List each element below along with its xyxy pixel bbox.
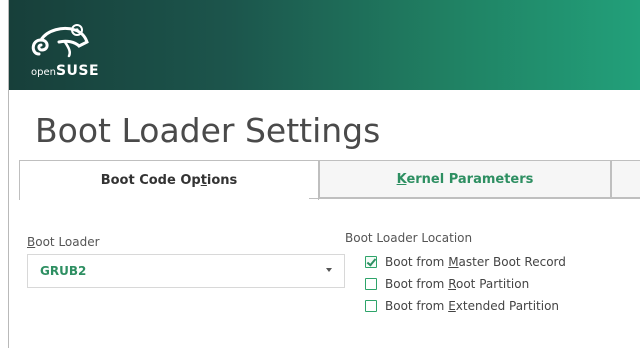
boot-loader-select[interactable]: GRUB2 xyxy=(27,254,345,288)
tab-divider xyxy=(309,198,640,199)
logo-wordmark: openSUSE xyxy=(31,63,100,79)
tab-label: Boot Code Options xyxy=(100,173,238,188)
boot-loader-label: Boot Loader xyxy=(27,235,100,249)
tab-boot-code-options[interactable]: Boot Code Options xyxy=(19,160,319,200)
checkbox-icon[interactable] xyxy=(365,256,377,268)
option-master-boot-record[interactable]: Boot from Master Boot Record xyxy=(365,254,566,270)
option-label: Boot from Master Boot Record xyxy=(385,255,566,269)
opensuse-logo: openSUSE xyxy=(29,18,139,78)
option-extended-partition[interactable]: Boot from Extended Partition xyxy=(365,298,559,314)
tab-label: Kernel Parameters xyxy=(396,171,534,187)
option-label: Boot from Extended Partition xyxy=(385,299,560,313)
chameleon-logo-icon xyxy=(31,24,89,58)
checkbox-icon[interactable] xyxy=(365,278,377,290)
tab-bar: Boot Code Options Kernel Parameters xyxy=(19,160,640,200)
boot-loader-value: GRUB2 xyxy=(40,264,87,278)
header-banner: openSUSE xyxy=(9,0,640,90)
page-title: Boot Loader Settings xyxy=(35,111,381,150)
tab-kernel-parameters[interactable]: Kernel Parameters xyxy=(319,160,611,198)
location-group-title: Boot Loader Location xyxy=(345,231,473,245)
option-root-partition[interactable]: Boot from Root Partition xyxy=(365,276,529,292)
tab-next-partial[interactable] xyxy=(611,160,640,198)
option-label: Boot from Root Partition xyxy=(385,277,530,291)
checkbox-icon[interactable] xyxy=(365,300,377,312)
chevron-down-icon[interactable] xyxy=(326,268,332,272)
yast-window: openSUSE Boot Loader Settings Boot Code … xyxy=(8,0,640,348)
